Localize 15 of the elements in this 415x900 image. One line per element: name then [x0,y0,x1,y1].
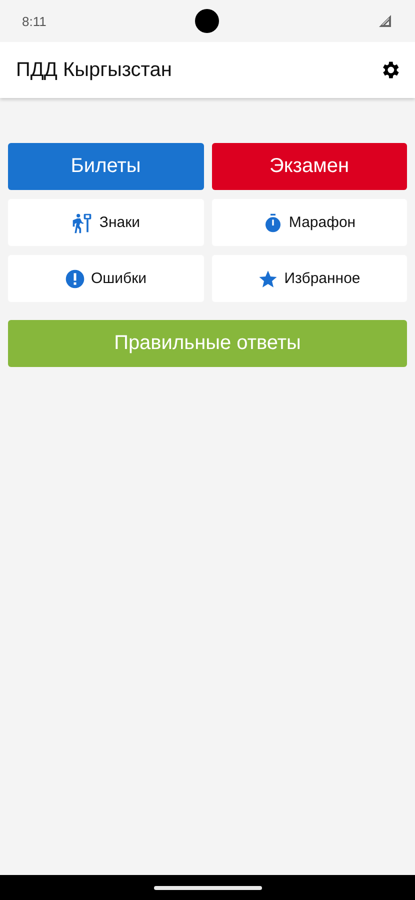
exclamation-icon [64,268,85,288]
app-title: ПДД Кыргызстан [16,58,172,82]
section-button[interactable]: Экзамен [212,143,407,190]
menu-button[interactable]: Избранное [212,255,407,302]
star-icon [258,268,278,288]
section-button[interactable]: Билеты [8,143,204,190]
camera-cutout [195,9,219,33]
hiker-sign-icon [71,212,94,234]
signal-icon [379,15,391,27]
home-indicator[interactable] [154,886,262,890]
status-time: 8:11 [22,14,46,28]
menu-button[interactable]: Знаки [8,199,204,246]
menu-button[interactable]: Марафон [212,199,407,246]
stopwatch-icon [262,212,283,232]
menu-button[interactable]: Ошибки [8,255,204,302]
